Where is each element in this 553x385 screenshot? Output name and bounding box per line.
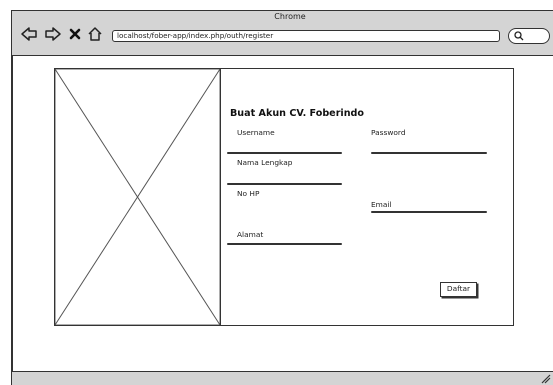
status-bar <box>11 371 553 385</box>
forward-arrow-icon[interactable] <box>44 26 62 42</box>
address-bar[interactable]: localhost/fober-app/index.php/outh/regis… <box>112 30 500 42</box>
daftar-button[interactable]: Daftar <box>440 282 477 297</box>
resize-handle-icon[interactable] <box>539 372 551 384</box>
search-field[interactable] <box>508 28 550 44</box>
password-input[interactable] <box>371 152 487 154</box>
home-icon[interactable] <box>87 26 103 42</box>
username-label: Username <box>237 128 275 137</box>
email-input[interactable] <box>371 211 487 213</box>
close-icon[interactable] <box>68 26 82 42</box>
page-border <box>11 56 13 372</box>
window-title: Chrome <box>274 12 306 21</box>
search-icon <box>514 31 524 41</box>
back-arrow-icon[interactable] <box>20 26 38 42</box>
username-input[interactable] <box>227 152 342 154</box>
email-label: Email <box>371 200 392 209</box>
password-label: Password <box>371 128 406 137</box>
image-placeholder <box>54 68 221 326</box>
alamat-input[interactable] <box>227 243 342 245</box>
browser-window: Chrome localhost/fober-app/index.php/out… <box>0 0 553 385</box>
no-hp-label: No HP <box>237 189 260 198</box>
nama-lengkap-label: Nama Lengkap <box>237 158 293 167</box>
form-title: Buat Akun CV. Foberindo <box>230 108 364 119</box>
alamat-label: Alamat <box>237 230 264 239</box>
nama-lengkap-input[interactable] <box>227 183 342 185</box>
